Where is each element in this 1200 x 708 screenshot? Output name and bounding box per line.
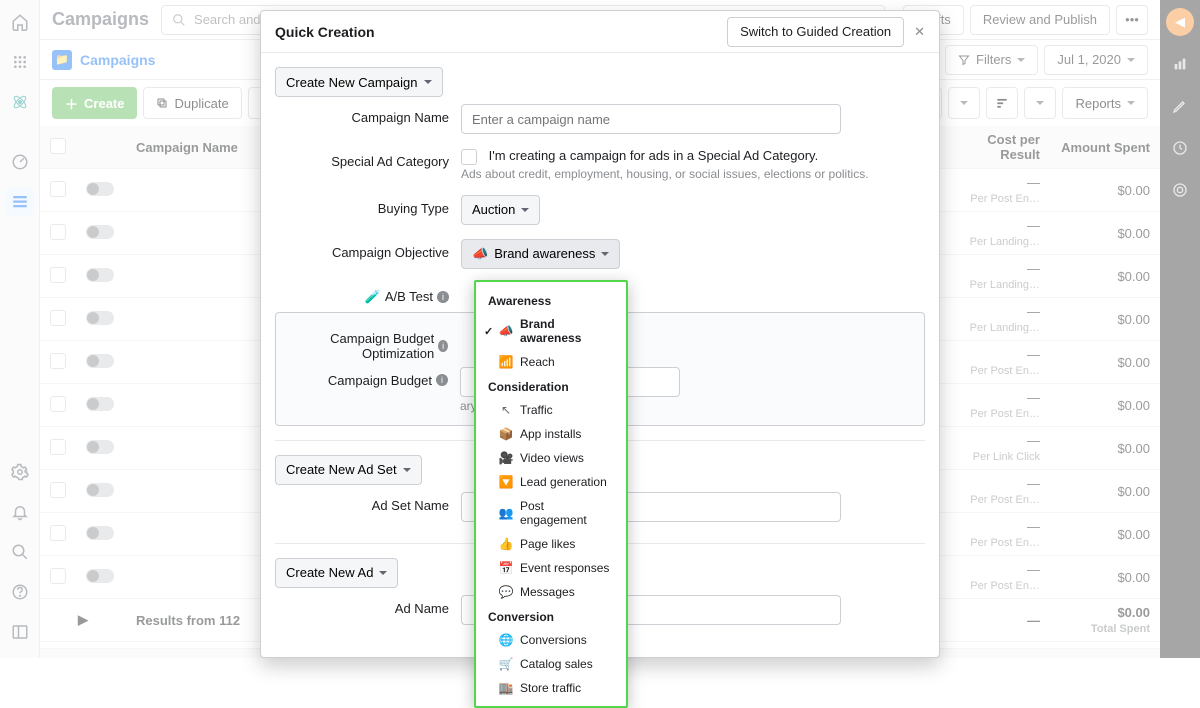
switch-guided-button[interactable]: Switch to Guided Creation [727,17,904,47]
special-ad-checkbox[interactable] [461,149,477,165]
campaign-objective-select[interactable]: 📣Brand awareness [461,239,620,269]
cart-icon: 🛒 [500,658,512,670]
campaign-name-label: Campaign Name [275,104,461,125]
dropdown-group-header: Awareness [476,288,626,312]
globe-icon: 🌐 [500,634,512,646]
special-ad-sub: Ads about credit, employment, housing, o… [461,167,925,181]
dropdown-item[interactable]: 💬Messages [476,580,626,604]
special-ad-check-label: I'm creating a campaign for ads in a Spe… [489,148,819,163]
store-icon: 🏬 [500,682,512,694]
dropdown-group-header: Consideration [476,374,626,398]
create-new-adset-button[interactable]: Create New Ad Set [275,455,422,485]
campaign-name-input[interactable] [461,104,841,134]
video-icon: 🎥 [500,452,512,464]
dropdown-item[interactable]: 🛒Catalog sales [476,652,626,676]
dropdown-item[interactable]: 👥Post engagement [476,494,626,532]
modal-title: Quick Creation [275,24,375,40]
dropdown-group-header: Conversion [476,604,626,628]
info-icon[interactable]: i [438,340,448,352]
megaphone-icon: 📣 [472,246,488,262]
dropdown-item[interactable]: 🎥Video views [476,446,626,470]
budget-opt-label: Campaign Budget Optimizationi [288,325,460,361]
funnel-icon: 🔽 [500,476,512,488]
buying-type-label: Buying Type [275,195,461,216]
info-icon[interactable]: i [436,374,448,386]
cursor-icon: ↖ [500,404,512,416]
dropdown-item[interactable]: 👍Page likes [476,532,626,556]
chat-icon: 💬 [500,586,512,598]
info-icon[interactable]: i [437,291,449,303]
create-new-campaign-button[interactable]: Create New Campaign [275,67,443,97]
dropdown-item[interactable]: 🏬Store traffic [476,676,626,700]
objective-dropdown: Awareness📣Brand awareness📶ReachConsidera… [474,280,628,708]
ab-test-label: 🧪A/B Testi [275,283,461,305]
thumbs-up-icon: 👍 [500,538,512,550]
adset-name-label: Ad Set Name [275,492,461,513]
box-icon: 📦 [500,428,512,440]
dropdown-item[interactable]: 📦App installs [476,422,626,446]
buying-type-select[interactable]: Auction [461,195,540,225]
close-icon[interactable]: ✕ [914,24,925,40]
budget-label: Campaign Budgeti [288,367,460,388]
dropdown-item[interactable]: 🌐Conversions [476,628,626,652]
megaphone-icon: 📣 [500,325,512,337]
special-ad-label: Special Ad Category [275,148,461,169]
dropdown-item[interactable]: 📣Brand awareness [476,312,626,350]
dropdown-item[interactable]: 📅Event responses [476,556,626,580]
calendar-icon: 📅 [500,562,512,574]
objective-label: Campaign Objective [275,239,461,260]
ad-name-label: Ad Name [275,595,461,616]
create-new-ad-button[interactable]: Create New Ad [275,558,398,588]
dropdown-item[interactable]: ↖Traffic [476,398,626,422]
dropdown-item[interactable]: 📶Reach [476,350,626,374]
people-icon: 👥 [500,507,512,519]
dropdown-item[interactable]: 🔽Lead generation [476,470,626,494]
signal-icon: 📶 [500,356,512,368]
